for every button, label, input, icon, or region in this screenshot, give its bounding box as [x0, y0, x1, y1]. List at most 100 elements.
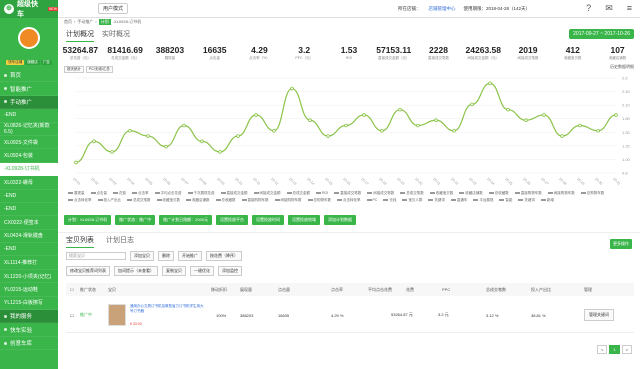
product-title[interactable]: 通用办公文具订书机加厚型省力订书机学生用大号订书器 — [130, 304, 205, 314]
sidebar-item-plan[interactable]: XL0924-包装 — [0, 149, 58, 163]
legend-item[interactable]: 间接成交金额 — [254, 191, 281, 196]
data-point[interactable] — [182, 123, 186, 128]
legend-item[interactable]: 千次展现花费 — [188, 191, 215, 196]
legend-item[interactable]: 关键词 — [518, 198, 535, 203]
data-point[interactable] — [326, 134, 330, 138]
legend-item[interactable]: 总收藏数 — [489, 191, 509, 196]
sidebar-item-plan[interactable]: -END — [0, 243, 58, 257]
history-link[interactable]: 历史数据明细 — [610, 64, 634, 70]
date-range-picker[interactable]: 2017-09-27 ~ 2017-10-26 — [569, 29, 634, 39]
legend-item[interactable]: 总购物车数 — [308, 198, 332, 203]
legend-item[interactable]: 无线 — [383, 198, 396, 203]
legend-item[interactable]: 直通车 — [451, 198, 468, 203]
legend-item[interactable]: 直接成交金额 — [221, 191, 248, 196]
plan-action-button[interactable]: 设置投放平台 — [216, 215, 249, 225]
legend-item[interactable]: 平均点击花费 — [155, 191, 182, 196]
plan-action-button[interactable]: 计划：XL0928-订书机 — [64, 215, 112, 225]
data-point[interactable] — [362, 113, 366, 117]
sidebar-item-plan[interactable]: CX0222-便签本 — [0, 216, 58, 230]
legend-item[interactable]: 新增 — [541, 198, 554, 203]
data-point[interactable] — [542, 113, 546, 117]
legend-item[interactable]: 总成交金额 — [287, 191, 311, 196]
next-page-button[interactable]: > — [621, 345, 632, 354]
optimize-button[interactable]: 一键优化 — [190, 266, 214, 276]
data-point[interactable] — [452, 128, 456, 133]
user-mode-button[interactable]: 用户模式 — [98, 3, 129, 14]
data-point[interactable] — [470, 102, 474, 107]
data-point[interactable] — [434, 118, 438, 123]
sidebar-item-garage[interactable]: 创意车库 — [0, 337, 58, 351]
shop-link[interactable]: 店铺管理中心 — [429, 6, 456, 12]
plan-action-button[interactable]: 推广计划日限额：2000元 — [159, 215, 213, 225]
data-point[interactable] — [578, 123, 582, 128]
sidebar-item-plan-selected[interactable]: -XL0928-订书机 — [0, 162, 58, 177]
copy-product-button[interactable]: 复制宝贝 — [162, 266, 186, 276]
legend-item[interactable]: 收藏店铺数 — [459, 191, 483, 196]
legend-item[interactable]: 智能 — [499, 198, 512, 203]
add-product-button[interactable]: 添加宝贝 — [130, 251, 154, 261]
legend-item[interactable]: 间接成交笔数 — [367, 191, 394, 196]
legend-item[interactable]: 花费 — [113, 191, 126, 196]
data-point[interactable] — [380, 128, 384, 133]
breadcrumb-item[interactable]: 手动推广 — [77, 19, 93, 25]
help-icon[interactable]: ? — [586, 3, 591, 14]
legend-item[interactable]: 点击转化率 — [68, 198, 92, 203]
plan-action-button[interactable]: 设置投放地域 — [288, 215, 321, 225]
data-point[interactable] — [254, 113, 258, 117]
tab-realtime[interactable]: 实时概况 — [102, 29, 130, 42]
data-point[interactable] — [218, 150, 222, 154]
legend-item[interactable]: 宝贝人群 — [402, 198, 422, 203]
data-point[interactable] — [416, 123, 420, 128]
sidebar-item-plan[interactable]: -END — [0, 190, 58, 203]
data-point[interactable] — [596, 128, 600, 133]
search-input[interactable]: 搜索宝贝 — [66, 252, 126, 260]
checkbox[interactable]: ☐ — [70, 313, 74, 318]
legend-item[interactable]: 直接购物车数 — [242, 198, 269, 203]
page-1-button[interactable]: 1 — [609, 345, 620, 354]
legend-item[interactable]: 总成交笔数 — [127, 198, 151, 203]
sidebar-item-plan[interactable]: XL1114-推荐打 — [0, 256, 58, 270]
data-point[interactable] — [344, 123, 348, 128]
data-point[interactable] — [398, 107, 402, 112]
data-point[interactable] — [146, 134, 150, 138]
legend-item[interactable]: 间接购物车数 — [275, 198, 302, 203]
sidebar-item-plan[interactable]: YL1215-白板擦写 — [0, 297, 58, 311]
legend-item[interactable]: 直接成交笔数 — [334, 191, 361, 196]
filter-button[interactable]: 按天统计 — [64, 66, 84, 73]
legend-item[interactable]: 平台展现 — [473, 198, 493, 203]
checkbox[interactable]: ☐ — [70, 287, 74, 292]
sidebar-item-manual[interactable]: 手动推广 — [0, 95, 58, 110]
start-promo-button[interactable]: 开始推广 — [178, 251, 202, 261]
edit-keywords-button[interactable]: 修改宝贝推荐词列表 — [66, 266, 110, 276]
avatar[interactable] — [18, 27, 40, 49]
legend-item[interactable]: 点击量 — [91, 191, 108, 196]
legend-item[interactable]: 点击转化率 — [337, 198, 361, 203]
legend-item[interactable]: 投入产出比 — [98, 198, 122, 203]
data-point[interactable] — [308, 118, 312, 123]
plan-action-button[interactable]: 添加计划数据 — [324, 215, 357, 225]
delete-button[interactable]: 删除 — [158, 251, 174, 261]
add-monitor-button[interactable]: 添加监控 — [218, 266, 242, 276]
legend-item[interactable]: 收藏店铺数 — [186, 198, 210, 203]
data-point[interactable] — [506, 107, 510, 112]
data-point[interactable] — [560, 134, 564, 138]
sidebar-item-plan[interactable]: XL0322-螺母 — [0, 176, 58, 190]
sort-select[interactable]: 按花费（降序） — [206, 251, 242, 261]
plan-action-button[interactable]: 设置投放时间 — [252, 215, 285, 225]
legend-item[interactable]: ROI — [316, 191, 328, 196]
sidebar-item-home[interactable]: 首页 — [0, 69, 58, 83]
data-point[interactable] — [92, 139, 96, 144]
filter-button[interactable]: PC/无线/汇总 — [86, 66, 113, 73]
more-actions-button[interactable]: 更多操作 — [610, 239, 632, 249]
legend-item[interactable]: 收藏宝贝数 — [430, 191, 454, 196]
sidebar-item-plan[interactable]: YL0215-运动鞋 — [0, 283, 58, 297]
menu-icon[interactable]: ≡ — [627, 3, 632, 14]
tab-plan-overview[interactable]: 计划概况 — [66, 29, 94, 42]
legend-item[interactable]: PC — [367, 198, 378, 203]
product-image[interactable] — [108, 304, 126, 326]
legend-item[interactable]: 总购物车数 — [581, 191, 605, 196]
legend-item[interactable]: 总收藏数 — [216, 198, 236, 203]
data-point[interactable] — [110, 150, 114, 154]
legend-item[interactable]: 展现量 — [68, 191, 85, 196]
data-point[interactable] — [164, 144, 168, 149]
